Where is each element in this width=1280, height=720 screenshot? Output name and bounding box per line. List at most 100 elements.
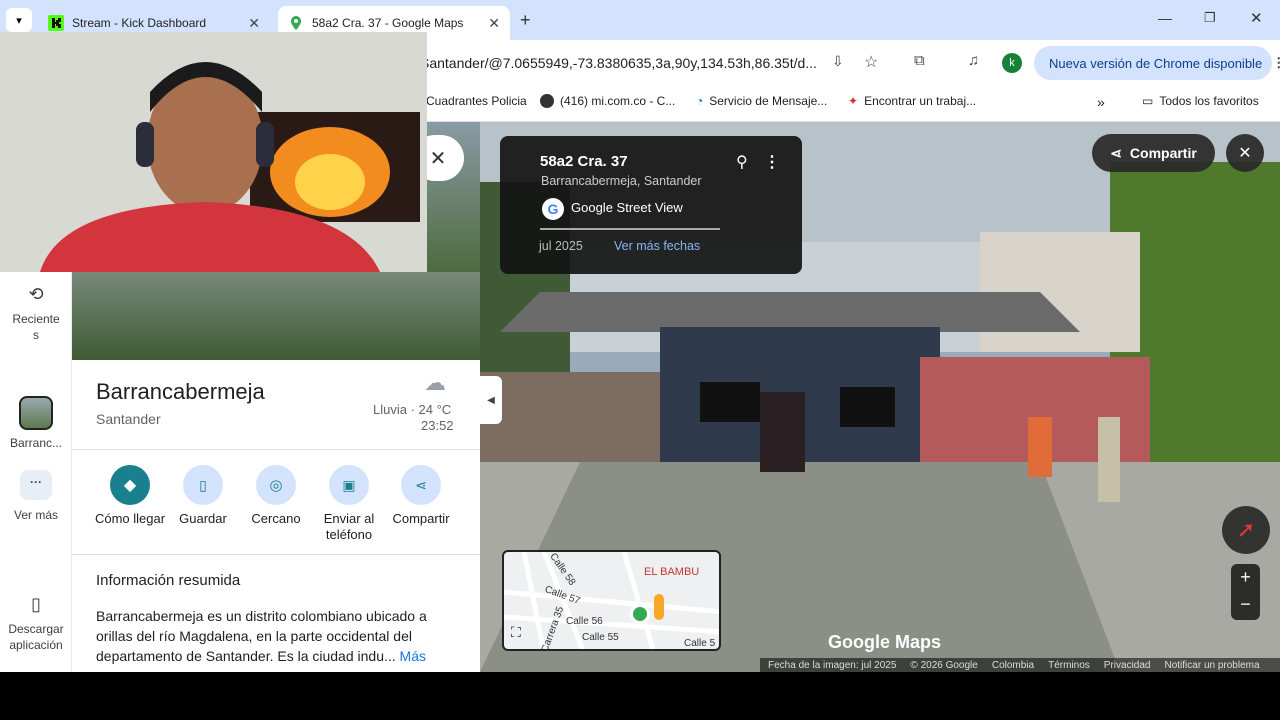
close-window-icon[interactable]: ✕ — [1250, 9, 1263, 27]
webcam-image — [0, 32, 427, 272]
street-view-panorama[interactable]: 58a2 Cra. 37 Barrancabermeja, Santander … — [480, 122, 1280, 672]
left-rail: ⟲ Reciente s Barranc... ··· Ver más ▯ De… — [0, 272, 72, 672]
close-tab-icon[interactable]: ✕ — [248, 15, 260, 32]
sv-more-icon[interactable]: ⋮ — [764, 152, 780, 172]
google-maps-watermark: Google Maps — [828, 632, 942, 652]
bookmark-encontrar[interactable]: ✦ Encontrar un trabaj... — [848, 94, 976, 108]
rail-place-barranc[interactable]: Barranc... — [0, 396, 72, 450]
chrome-update-button[interactable]: Nueva versión de Chrome disponible ⋮ — [1034, 46, 1280, 80]
action-label: Compartir — [392, 511, 450, 526]
directions-icon: ◆ — [110, 465, 150, 505]
directions-button[interactable]: ◆ Cómo llegar — [90, 465, 170, 526]
sv-divider — [540, 228, 720, 230]
minimap[interactable]: EL BAMBU Calle 58 Calle 57 Calle 56 Call… — [502, 550, 721, 651]
collapse-panel-button[interactable]: ◀ — [480, 376, 502, 424]
sv-more-dates-link[interactable]: Ver más fechas — [614, 239, 700, 253]
share-place-button[interactable]: ⋖ Compartir — [381, 465, 461, 526]
zoom-out-button[interactable]: − — [1231, 591, 1260, 618]
bookmark-micomco[interactable]: (416) mi.com.co - C... — [540, 94, 675, 108]
bookmark-icon: ▯ — [183, 465, 223, 505]
image-date: Fecha de la imagen: jul 2025 — [768, 659, 897, 671]
footer-privacy-link[interactable]: Privacidad — [1104, 660, 1151, 671]
nearby-button[interactable]: ◎ Cercano — [236, 465, 316, 526]
compass-icon[interactable]: ➚ — [1222, 506, 1270, 554]
sv-date: jul 2025 — [539, 239, 583, 253]
street-view-info-card: 58a2 Cra. 37 Barrancabermeja, Santander … — [500, 136, 802, 274]
zoom-controls: + − — [1231, 564, 1260, 620]
footer-country-link[interactable]: Colombia — [992, 660, 1034, 671]
bookmark-label: Servicio de Mensaje... — [709, 94, 828, 108]
google-g-icon: G — [542, 198, 564, 220]
action-label: Enviar al teléfono — [323, 511, 375, 542]
kebab-menu-icon[interactable]: ⋮ — [1272, 55, 1280, 71]
rail-label: Descargar aplicación — [8, 622, 64, 652]
media-control-icon[interactable]: ♫ — [968, 52, 979, 69]
install-icon[interactable]: ⇩ — [832, 53, 844, 70]
send-phone-icon: ▣ — [329, 465, 369, 505]
bookmark-label: Encontrar un trabaj... — [864, 94, 977, 108]
footer-terms-link[interactable]: Términos — [1048, 660, 1090, 671]
send-to-phone-button[interactable]: ▣ Enviar al teléfono — [309, 465, 389, 543]
globe-icon — [540, 94, 554, 108]
footer-report-link[interactable]: Notificar un problema — [1164, 660, 1259, 671]
more-dots-icon: ··· — [20, 470, 52, 500]
crescent-icon: ◔ — [696, 94, 704, 108]
minimize-icon[interactable]: — — [1158, 10, 1172, 26]
summary-text: Barrancabermeja es un distrito colombian… — [96, 606, 456, 666]
zoom-in-button[interactable]: + — [1231, 564, 1260, 591]
minimap-label: Calle 5 — [684, 638, 716, 649]
share-label: Compartir — [1129, 145, 1197, 161]
sv-pin-icon[interactable]: ⚲ — [736, 152, 748, 172]
expand-map-icon[interactable]: ⛶ — [511, 624, 521, 641]
action-label: Cómo llegar — [94, 511, 166, 526]
rail-recent[interactable]: ⟲ Reciente s — [0, 284, 72, 343]
place-region: Santander — [96, 411, 161, 427]
folder-icon: ▭ — [1142, 94, 1154, 108]
all-bookmarks[interactable]: ▭ Todos los favoritos — [1142, 94, 1259, 108]
share-icon: ⋖ — [401, 465, 441, 505]
rail-download-app[interactable]: ▯ Descargar aplicación — [0, 594, 72, 653]
phone-icon: ▯ — [31, 594, 41, 614]
close-street-view-button[interactable]: ✕ — [1226, 134, 1264, 172]
map-footer: Fecha de la imagen: jul 2025 © 2026 Goog… — [760, 658, 1280, 672]
panel-divider — [72, 554, 480, 555]
rail-label: Reciente s — [12, 312, 60, 342]
bookmark-servicio[interactable]: ◔ Servicio de Mensaje... — [696, 94, 827, 108]
rail-label: Ver más — [13, 508, 58, 522]
place-thumbnail — [19, 396, 53, 430]
copyright: © 2026 Google — [910, 659, 978, 671]
save-button[interactable]: ▯ Guardar — [163, 465, 243, 526]
local-time: 23:52 — [421, 418, 454, 433]
tab-label: Stream - Kick Dashboard — [72, 16, 207, 30]
nearby-icon: ◎ — [256, 465, 296, 505]
history-icon: ⟲ — [28, 284, 44, 304]
minimap-label: EL BAMBU — [644, 566, 700, 578]
bookmark-label: Cuadrantes Policia — [426, 94, 527, 108]
extensions-icon[interactable]: ⧉ — [914, 52, 925, 69]
sv-locality: Barrancabermeja, Santander — [541, 174, 702, 188]
new-tab-button[interactable]: + — [520, 10, 531, 31]
tab-label: 58a2 Cra. 37 - Google Maps — [312, 16, 464, 30]
sv-address: 58a2 Cra. 37 — [540, 153, 628, 170]
profile-avatar[interactable]: k — [1002, 53, 1022, 73]
summary-body: Barrancabermeja es un distrito colombian… — [96, 608, 427, 664]
panel-divider — [72, 449, 480, 450]
maps-pin-icon — [291, 16, 301, 30]
update-label: Nueva versión de Chrome disponible — [1049, 55, 1263, 71]
url-field[interactable]: Santander/@7.0655949,-73.8380635,3a,90y,… — [420, 48, 860, 78]
close-tab-icon[interactable]: ✕ — [488, 15, 500, 32]
weather-text: Lluvia · 24 °C — [373, 402, 452, 417]
bookmark-star-icon[interactable]: ☆ — [864, 52, 878, 72]
tab-search-button[interactable]: ▾ — [6, 8, 32, 32]
share-button[interactable]: ⋖ Compartir — [1092, 134, 1215, 172]
share-icon: ⋖ — [1110, 144, 1122, 161]
restore-icon[interactable]: ❐ — [1204, 10, 1216, 26]
rail-more[interactable]: ··· Ver más — [0, 470, 72, 522]
summary-heading: Información resumida — [96, 572, 241, 589]
minimap-label: Calle 56 — [566, 616, 603, 627]
bookmark-label: Todos los favoritos — [1159, 94, 1259, 108]
summary-more-link[interactable]: Más — [400, 648, 426, 664]
bookmark-cuadrantes[interactable]: Cuadrantes Policia — [426, 94, 527, 108]
webcam-overlay — [0, 32, 427, 272]
bookmarks-overflow-icon[interactable]: » — [1097, 94, 1105, 110]
